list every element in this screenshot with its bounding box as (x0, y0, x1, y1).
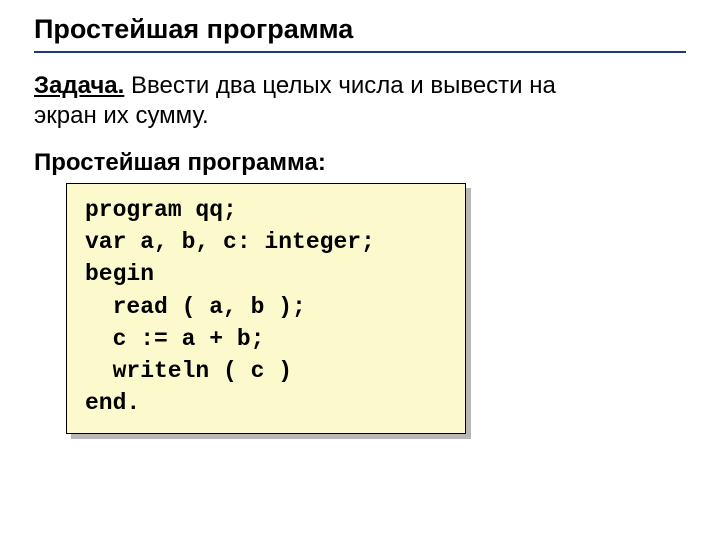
code-box: program qq;var a, b, c: integer;beginrea… (66, 183, 466, 434)
task-text-line2: экран их сумму. (34, 102, 209, 129)
code-line-4: c := a + b; (85, 323, 447, 355)
subtitle: Простейшая программа: (34, 149, 686, 177)
title-underline (34, 51, 686, 53)
task-block: Задача. Ввести два целых числа и вывести… (34, 71, 686, 131)
task-label: Задача. (34, 72, 124, 99)
code-block: program qq;var a, b, c: integer;beginrea… (66, 183, 466, 434)
code-line-6: end. (85, 387, 447, 419)
code-line-3: read ( a, b ); (85, 291, 447, 323)
task-text-line1: Ввести два целых числа и вывести на (124, 72, 556, 99)
page-title: Простейшая программа (34, 14, 686, 45)
code-line-0: program qq; (85, 194, 447, 226)
code-line-1: var a, b, c: integer; (85, 226, 447, 258)
code-line-2: begin (85, 258, 447, 290)
code-line-5: writeln ( c ) (85, 355, 447, 387)
